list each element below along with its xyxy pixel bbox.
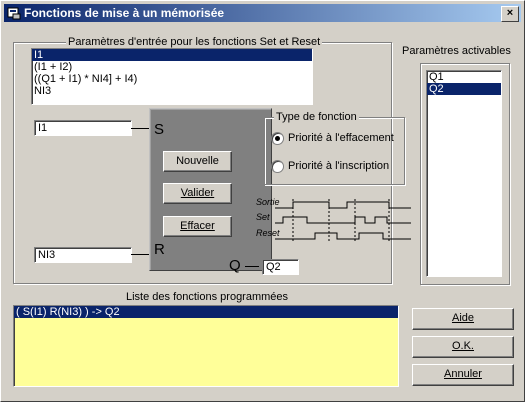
q-output-field[interactable]: Q2 <box>262 259 299 275</box>
r-connector-line <box>131 254 149 255</box>
window-title: Fonctions de mise à un mémorisée <box>24 6 225 20</box>
ok-button[interactable]: O.K. <box>412 336 514 358</box>
input-param-item[interactable]: I1 <box>32 49 312 61</box>
s-label: S <box>154 121 165 138</box>
s-input-field[interactable]: I1 <box>34 120 132 136</box>
input-param-item[interactable]: ((Q1 + I1) * NI4] + I4) <box>32 73 312 85</box>
radio-selected-dot <box>275 136 280 141</box>
app-icon <box>7 7 21 20</box>
new-button-label: Nouvelle <box>176 155 219 167</box>
title-bar: Fonctions de mise à un mémorisée × <box>4 4 521 22</box>
timing-line-set <box>275 216 411 224</box>
r-input-field[interactable]: NI3 <box>34 247 132 263</box>
r-label: R <box>154 241 165 258</box>
radio-erase-priority[interactable] <box>271 132 284 145</box>
radio-write-priority[interactable] <box>271 160 284 173</box>
timing-label-set: Set <box>256 212 270 222</box>
help-button-label: Aide <box>451 312 475 324</box>
timing-diagram <box>275 199 411 243</box>
cancel-button-label: Annuler <box>444 368 482 380</box>
programmed-list[interactable]: ( S(I1) R(NI3) ) -> Q2 <box>13 305 399 387</box>
close-button[interactable]: × <box>501 6 519 22</box>
q-connector-line <box>245 266 259 267</box>
delete-button-label: Effacer <box>180 220 215 232</box>
input-params-list[interactable]: I1 (I1 + I2) ((Q1 + I1) * NI4] + I4) NI3 <box>31 48 313 105</box>
activatable-title: Paramètres activables <box>402 45 511 57</box>
function-type-group <box>264 117 405 185</box>
help-button[interactable]: Aide <box>412 308 514 330</box>
function-type-title: Type de fonction <box>274 111 359 123</box>
s-connector-line <box>131 128 149 129</box>
activatable-list[interactable]: Q1 Q2 <box>426 70 502 277</box>
input-params-title: Paramètres d'entrée pour les fonctions S… <box>66 36 323 48</box>
timing-line-reset <box>275 232 411 240</box>
ok-button-label: O.K. <box>451 340 474 352</box>
input-param-item[interactable]: NI3 <box>32 85 312 97</box>
new-button[interactable]: Nouvelle <box>163 151 232 172</box>
activatable-param-item[interactable]: Q2 <box>427 83 501 95</box>
dialog-window: Fonctions de mise à un mémorisée × Param… <box>0 0 525 402</box>
delete-button[interactable]: Effacer <box>163 216 232 237</box>
q-label: Q <box>229 257 241 274</box>
activatable-param-item[interactable]: Q1 <box>427 71 501 83</box>
radio-erase-priority-label[interactable]: Priorité à l'effacement <box>288 132 394 144</box>
timing-line-sortie <box>275 201 411 209</box>
input-param-item[interactable]: (I1 + I2) <box>32 61 312 73</box>
programmed-list-title: Liste des fonctions programmées <box>126 291 289 303</box>
cancel-button[interactable]: Annuler <box>412 364 514 386</box>
programmed-function-item[interactable]: ( S(I1) R(NI3) ) -> Q2 <box>14 306 398 318</box>
validate-button[interactable]: Valider <box>163 183 232 204</box>
validate-button-label: Valider <box>180 187 215 199</box>
radio-write-priority-label[interactable]: Priorité à l'inscription <box>288 160 389 172</box>
